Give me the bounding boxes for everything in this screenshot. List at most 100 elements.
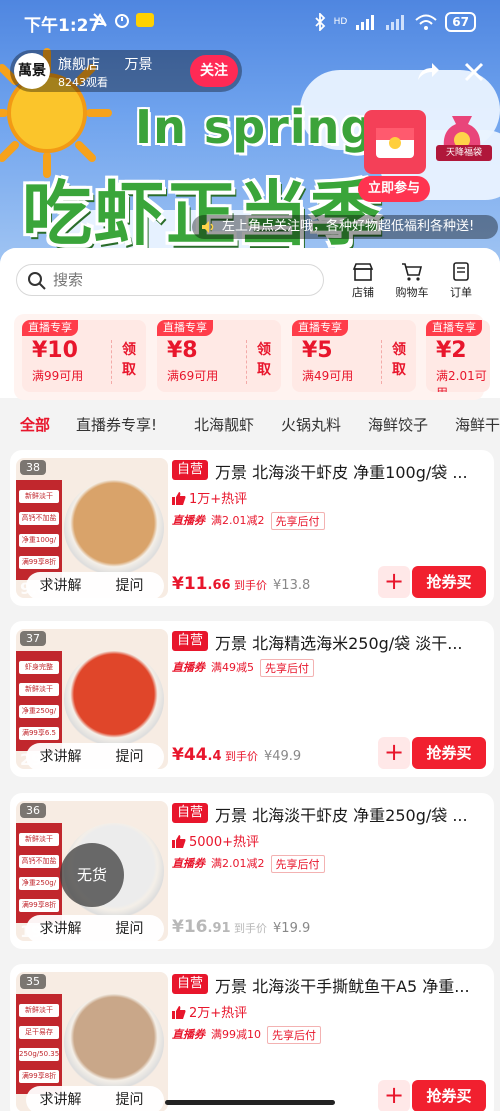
self-operated-badge: 自营 bbox=[172, 631, 209, 651]
lucky-bag-label[interactable]: 天降福袋 bbox=[436, 145, 492, 161]
tab-beihai-shrimp[interactable]: 北海靓虾 bbox=[194, 414, 254, 435]
original-price: ¥19.9 bbox=[273, 921, 311, 936]
coupon-condition: 满2.01减2 bbox=[211, 857, 265, 870]
product-card[interactable]: 新鲜淡干足干易存 250g/50.35元满99享8折 35 求讲解 提问 自营 万… bbox=[10, 964, 494, 1111]
rating: 5000+热评 bbox=[172, 831, 259, 850]
product-photo bbox=[64, 994, 164, 1090]
battery-level: 67 bbox=[445, 12, 476, 32]
product-card[interactable]: 虾身完整新鲜淡干净重250g/袋满99享6.5折 37 29.9 求讲解 提问 … bbox=[10, 621, 494, 777]
coupon-card[interactable]: 直播专享 ¥5 满49可用 领取 bbox=[292, 320, 416, 392]
follow-button[interactable]: 关注 bbox=[190, 55, 238, 87]
buy-with-coupon-button[interactable]: 抢券买 bbox=[412, 1080, 486, 1111]
thumb-chip: 净重100g/袋 bbox=[19, 534, 59, 547]
cart-icon bbox=[402, 263, 423, 281]
ask-question-button[interactable]: 提问 bbox=[95, 572, 164, 598]
product-card[interactable]: 新鲜淡干高钙不加盐净重100g/袋满99享8折 38 9.8 求讲解 提问 自营… bbox=[10, 450, 494, 606]
coupon-amount: ¥2 bbox=[436, 338, 467, 363]
category-tabs: 全部 直播券专享! 北海靓虾 火锅丸料 海鲜饺子 海鲜干 bbox=[0, 404, 500, 446]
request-explain-button[interactable]: 求讲解 bbox=[26, 1086, 95, 1111]
thumb-chip: 满99享8折 bbox=[19, 1070, 59, 1083]
close-icon[interactable] bbox=[460, 58, 488, 86]
coupon-card[interactable]: 直播专享 ¥2 满2.01可用 bbox=[426, 320, 490, 392]
request-explain-button[interactable]: 求讲解 bbox=[26, 743, 95, 769]
request-explain-button[interactable]: 求讲解 bbox=[26, 915, 95, 941]
redpacket-widget[interactable]: 立即参与 bbox=[358, 110, 430, 205]
promo-row: 直播券 满49减5 先享后付 bbox=[172, 659, 314, 677]
shop-marquee: 万景 bbox=[124, 57, 153, 73]
product-photo bbox=[64, 651, 164, 747]
thumb-label-strip: 新鲜淡干高钙不加盐净重100g/袋满99享8折 bbox=[16, 480, 62, 580]
product-image[interactable]: 虾身完整新鲜淡干净重250g/袋满99享6.5折 37 29.9 求讲解 提问 bbox=[16, 629, 168, 769]
rank-badge: 38 bbox=[20, 460, 46, 475]
rating-text: 1万+热评 bbox=[189, 492, 248, 507]
promo-row: 直播券 满2.01减2 先享后付 bbox=[172, 512, 325, 530]
buy-with-coupon-button[interactable]: 抢券买 bbox=[412, 737, 486, 769]
ask-question-button[interactable]: 提问 bbox=[95, 915, 164, 941]
product-title[interactable]: 万景 北海淡干手撕鱿鱼干A5 净重... bbox=[215, 973, 487, 997]
request-explain-button[interactable]: 求讲解 bbox=[26, 572, 95, 598]
thumb-up-icon bbox=[172, 1006, 186, 1019]
rating-text: 2万+热评 bbox=[189, 1006, 248, 1021]
shop-info-pill[interactable]: 萬景 旗舰店 万景 8243观看 关注 bbox=[10, 50, 242, 92]
tab-dried-seafood[interactable]: 海鲜干 bbox=[455, 414, 500, 435]
add-to-cart-button[interactable]: + bbox=[378, 1080, 410, 1111]
product-title[interactable]: 万景 北海淡干虾皮 净重100g/袋 ... bbox=[215, 459, 487, 483]
rating: 2万+热评 bbox=[172, 1002, 247, 1021]
coupon-tag: 直播专享 bbox=[157, 320, 213, 336]
tab-hotpot-balls[interactable]: 火锅丸料 bbox=[281, 414, 341, 435]
product-title[interactable]: 万景 北海淡干虾皮 净重250g/袋 ... bbox=[215, 802, 487, 826]
product-image[interactable]: 新鲜淡干足干易存 250g/50.35元满99享8折 35 求讲解 提问 bbox=[16, 972, 168, 1111]
price-decimal: .91 bbox=[207, 921, 231, 936]
ask-question-button[interactable]: 提问 bbox=[95, 1086, 164, 1111]
coupon-card[interactable]: 直播专享 ¥8 满69可用 领取 bbox=[157, 320, 281, 392]
coupon-card[interactable]: 直播专享 ¥10 满99可用 领取 bbox=[22, 320, 146, 392]
home-indicator bbox=[165, 1100, 335, 1105]
product-image[interactable]: 新鲜淡干高钙不加盐净重100g/袋满99享8折 38 9.8 求讲解 提问 bbox=[16, 458, 168, 598]
meituan-icon bbox=[136, 13, 154, 27]
nav-orders[interactable]: 订单 bbox=[440, 262, 482, 300]
product-photo bbox=[64, 480, 164, 576]
product-card[interactable]: 新鲜淡干高钙不加盐净重250g/袋满99享8折 36 19.9 无货 求讲解 提… bbox=[10, 793, 494, 949]
thumb-chip: 满99享6.5折 bbox=[19, 727, 59, 740]
search-input[interactable] bbox=[53, 265, 313, 295]
price-suffix: 到手价 bbox=[224, 750, 258, 763]
rank-badge: 37 bbox=[20, 631, 46, 646]
pay-later-tag: 先享后付 bbox=[270, 512, 325, 530]
self-operated-badge: 自营 bbox=[172, 460, 209, 480]
add-to-cart-button[interactable]: + bbox=[378, 566, 410, 598]
nav-store[interactable]: 店铺 bbox=[342, 262, 384, 300]
coupon-claim-button[interactable]: 领取 bbox=[246, 340, 273, 384]
add-to-cart-button[interactable]: + bbox=[378, 737, 410, 769]
status-bar: 下午1:27 HD 67 bbox=[0, 0, 500, 42]
status-time: 下午1:27 bbox=[24, 16, 101, 36]
coupon-condition: 满49减5 bbox=[211, 661, 254, 674]
shop-avatar[interactable]: 萬景 bbox=[14, 53, 50, 89]
thumb-chip: 满99享8折 bbox=[19, 556, 59, 569]
price-integer: ¥44 bbox=[172, 745, 208, 765]
coupon-tag: 直播专享 bbox=[426, 320, 482, 336]
tab-seafood-dumplings[interactable]: 海鲜饺子 bbox=[368, 414, 428, 435]
buy-with-coupon-button[interactable]: 抢券买 bbox=[412, 566, 486, 598]
orders-icon bbox=[453, 262, 469, 281]
coupon-claim-button[interactable]: 领取 bbox=[381, 340, 408, 384]
tab-all[interactable]: 全部 bbox=[20, 414, 50, 435]
product-title[interactable]: 万景 北海精选海米250g/袋 淡干... bbox=[215, 630, 487, 654]
coupon-claim-button[interactable]: 领取 bbox=[111, 340, 138, 384]
coupon-condition: 满69可用 bbox=[167, 369, 219, 383]
product-image[interactable]: 新鲜淡干高钙不加盐净重250g/袋满99享8折 36 19.9 无货 求讲解 提… bbox=[16, 801, 168, 941]
thumb-label-strip: 新鲜淡干高钙不加盐净重250g/袋满99享8折 bbox=[16, 823, 62, 923]
search-box[interactable] bbox=[16, 264, 324, 296]
live-coupon-label: 直播券 bbox=[172, 514, 205, 527]
redpacket-icon[interactable] bbox=[364, 110, 426, 174]
shop-name-text: 旗舰店 bbox=[58, 57, 100, 73]
rank-badge: 35 bbox=[20, 974, 46, 989]
status-right-icons: HD 67 bbox=[314, 12, 476, 32]
thumb-chip: 新鲜淡干 bbox=[19, 490, 59, 503]
redpacket-join-button[interactable]: 立即参与 bbox=[358, 176, 430, 202]
nav-cart[interactable]: 购物车 bbox=[391, 262, 433, 300]
nav-store-label: 店铺 bbox=[352, 286, 374, 299]
tab-live-coupon[interactable]: 直播券专享! bbox=[76, 414, 157, 435]
search-icon bbox=[28, 272, 46, 290]
share-icon[interactable] bbox=[414, 58, 442, 86]
ask-question-button[interactable]: 提问 bbox=[95, 743, 164, 769]
